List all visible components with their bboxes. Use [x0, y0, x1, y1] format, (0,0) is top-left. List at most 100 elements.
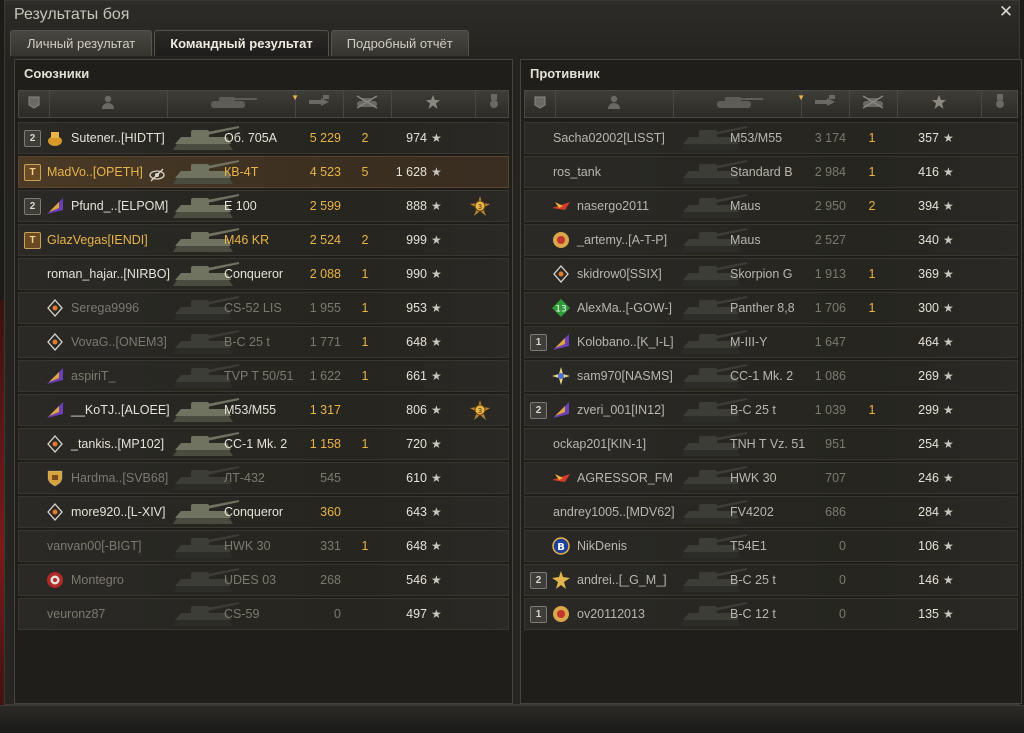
player-row[interactable]: aspiriT_ TVP T 50/51 1 622 1 661 ★	[18, 360, 509, 392]
player-row[interactable]: _tankis..[MP102] СС-1 Мk. 2 1 158 1 720 ★	[18, 428, 509, 460]
player-name[interactable]: skidrow0[SSIX]	[577, 259, 662, 289]
header-squad-column[interactable]	[19, 91, 50, 117]
player-row[interactable]: __KoTJ..[ALOEE] M53/M55 1 317 806 ★ 3	[18, 394, 509, 426]
player-name[interactable]: _artemy..[A-T-P]	[577, 225, 667, 255]
header-kills-column[interactable]	[343, 91, 392, 117]
player-name[interactable]: vanvan00[-BIGT]	[47, 531, 142, 561]
xp-star-icon: ★	[943, 573, 954, 587]
xp-value: 648	[406, 335, 427, 349]
header-player-icon	[606, 94, 622, 115]
player-row[interactable]: ros_tank Standard B 2 984 1 416 ★	[524, 156, 1018, 188]
player-row[interactable]: roman_hajar..[NIRBO] Conqueror 2 088 1 990 ★	[18, 258, 509, 290]
medal-icon[interactable]: 3	[469, 195, 491, 217]
player-row[interactable]: T GlazVegas[IENDI] M46 KR 2 524 2 999 ★	[18, 224, 509, 256]
player-name[interactable]: _tankis..[MP102]	[71, 429, 164, 459]
player-name[interactable]: Kolobano..[K_I-L]	[577, 327, 674, 357]
player-row[interactable]: 2 Sutener..[HIDTT] Об. 705А 5 229 2 974 ★	[18, 122, 509, 154]
player-name[interactable]: Sacha02002[LISST]	[553, 123, 665, 153]
player-name[interactable]: ockap201[KIN-1]	[553, 429, 646, 459]
player-row[interactable]: sam970[NASMS] CC-1 Mk. 2 1 086 269 ★	[524, 360, 1018, 392]
player-name[interactable]: aspiriT_	[71, 361, 115, 391]
player-name[interactable]: more920..[L-XIV]	[71, 497, 166, 527]
player-row[interactable]: ockap201[KIN-1] TNH T Vz. 51 951 254 ★	[524, 428, 1018, 460]
kills-value: 1	[361, 335, 369, 349]
header-damage-icon	[307, 94, 331, 115]
header-xp-column[interactable]	[391, 91, 476, 117]
player-name[interactable]: Montegro	[71, 565, 124, 595]
tab-personal-result[interactable]: Личный результат	[10, 30, 153, 56]
header-damage-column[interactable]	[801, 91, 850, 117]
header-vehicle-column[interactable]: ▼	[673, 91, 805, 117]
diamond-icon	[45, 502, 65, 522]
player-row[interactable]: skidrow0[SSIX] Skorpion G 1 913 1 369 ★	[524, 258, 1018, 290]
player-row[interactable]: 1 Kolobano..[K_I-L] M-III-Y 1 647 464 ★	[524, 326, 1018, 358]
player-name[interactable]: sam970[NASMS]	[577, 361, 673, 391]
player-row[interactable]: Serega9996 CS-52 LIS 1 955 1 953 ★	[18, 292, 509, 324]
close-icon[interactable]: ✕	[997, 3, 1015, 21]
player-row[interactable]: AGRESSOR_FM HWK 30 707 246 ★	[524, 462, 1018, 494]
vehicle-name: В-С 25 t	[730, 403, 776, 417]
kills-value	[355, 191, 375, 221]
player-row[interactable]: T MadVo..[OPETH] КВ-4Т 4 523 5 1 628 ★	[18, 156, 509, 188]
player-name[interactable]: Hardma..[SVB68]	[71, 463, 168, 493]
player-row[interactable]: Hardma..[SVB68] ЛТ-432 545 610 ★	[18, 462, 509, 494]
player-row[interactable]: 2 andrei..[_G_M_] В-С 25 t 0 146 ★	[524, 564, 1018, 596]
xp-value: 369	[918, 267, 939, 281]
player-row[interactable]: 2 Pfund_..[ELPOM] E 100 2 599 888 ★ 3	[18, 190, 509, 222]
medal-icon[interactable]: 3	[469, 399, 491, 421]
player-row[interactable]: _artemy..[A-T-P] Maus 2 527 340 ★	[524, 224, 1018, 256]
header-damage-column[interactable]	[295, 91, 344, 117]
kills-value: 1	[868, 403, 876, 417]
header-player-column[interactable]	[555, 91, 674, 117]
kills-value	[355, 599, 375, 629]
player-name[interactable]: Pfund_..[ELPOM]	[71, 191, 168, 221]
player-name[interactable]: MadVo..[OPETH]	[47, 157, 143, 187]
vehicle-name: M53/M55	[730, 131, 783, 145]
player-row[interactable]: vanvan00[-BIGT] HWK 30 331 1 648 ★	[18, 530, 509, 562]
header-kills-column[interactable]	[849, 91, 898, 117]
player-row[interactable]: more920..[L-XIV] Conqueror 360 643 ★	[18, 496, 509, 528]
player-name[interactable]: AlexMa..[-GOW-]	[577, 293, 672, 323]
player-name[interactable]: AGRESSOR_FM	[577, 463, 673, 493]
header-squad-column[interactable]	[525, 91, 556, 117]
xp-value: 464	[918, 335, 939, 349]
player-row[interactable]: VovaG..[ONEM3] В-С 25 t 1 771 1 648 ★	[18, 326, 509, 358]
player-row[interactable]: veuronz87 CS-59 0 497 ★	[18, 598, 509, 630]
tab-team-result[interactable]: Командный результат	[154, 30, 329, 56]
xp-value: 806	[406, 403, 427, 417]
header-vehicle-column[interactable]: ▼	[167, 91, 299, 117]
player-row[interactable]: 2 zveri_001[IN12] В-С 25 t 1 039 1 299 ★	[524, 394, 1018, 426]
player-name[interactable]: andrei..[_G_M_]	[577, 565, 667, 595]
player-name[interactable]: ros_tank	[553, 157, 601, 187]
vehicle-name: КВ-4Т	[224, 165, 259, 179]
xp-star-icon: ★	[943, 165, 954, 179]
player-name[interactable]: VovaG..[ONEM3]	[71, 327, 167, 357]
player-name[interactable]: zveri_001[IN12]	[577, 395, 665, 425]
player-name[interactable]: roman_hajar..[NIRBO]	[47, 259, 170, 289]
header-player-column[interactable]	[49, 91, 168, 117]
header-medal-column[interactable]	[981, 91, 1019, 117]
player-row[interactable]: B NikDenis T54E1 0 106 ★	[524, 530, 1018, 562]
kills-value	[862, 599, 882, 629]
player-row[interactable]: Sacha02002[LISST] M53/M55 3 174 1 357 ★	[524, 122, 1018, 154]
player-name[interactable]: __KoTJ..[ALOEE]	[71, 395, 170, 425]
player-name[interactable]: NikDenis	[577, 531, 627, 561]
player-name[interactable]: nasergo2011	[577, 191, 649, 221]
player-row[interactable]: Montegro UDES 03 268 546 ★	[18, 564, 509, 596]
tab-detailed-report[interactable]: Подробный отчёт	[330, 30, 469, 56]
player-name[interactable]: veuronz87	[47, 599, 105, 629]
player-row[interactable]: nasergo2011 Maus 2 950 2 394 ★	[524, 190, 1018, 222]
damage-value: 3 174	[814, 131, 846, 145]
header-xp-column[interactable]	[897, 91, 982, 117]
player-row[interactable]: 13 AlexMa..[-GOW-] Panther 8,8 1 706 1 300 ★	[524, 292, 1018, 324]
player-row[interactable]: andrey1005..[MDV62] FV4202 686 284 ★	[524, 496, 1018, 528]
player-name[interactable]: Sutener..[HIDTT]	[71, 123, 165, 153]
damage-value: 1 771	[309, 335, 341, 349]
header-medal-column[interactable]	[475, 91, 513, 117]
player-name[interactable]: ov20112013	[577, 599, 645, 629]
svg-text:3: 3	[478, 203, 482, 211]
player-name[interactable]: Serega9996	[71, 293, 139, 323]
player-name[interactable]: GlazVegas[IENDI]	[47, 225, 148, 255]
player-name[interactable]: andrey1005..[MDV62]	[553, 497, 675, 527]
player-row[interactable]: 1 ov20112013 В-С 12 t 0 135 ★	[524, 598, 1018, 630]
